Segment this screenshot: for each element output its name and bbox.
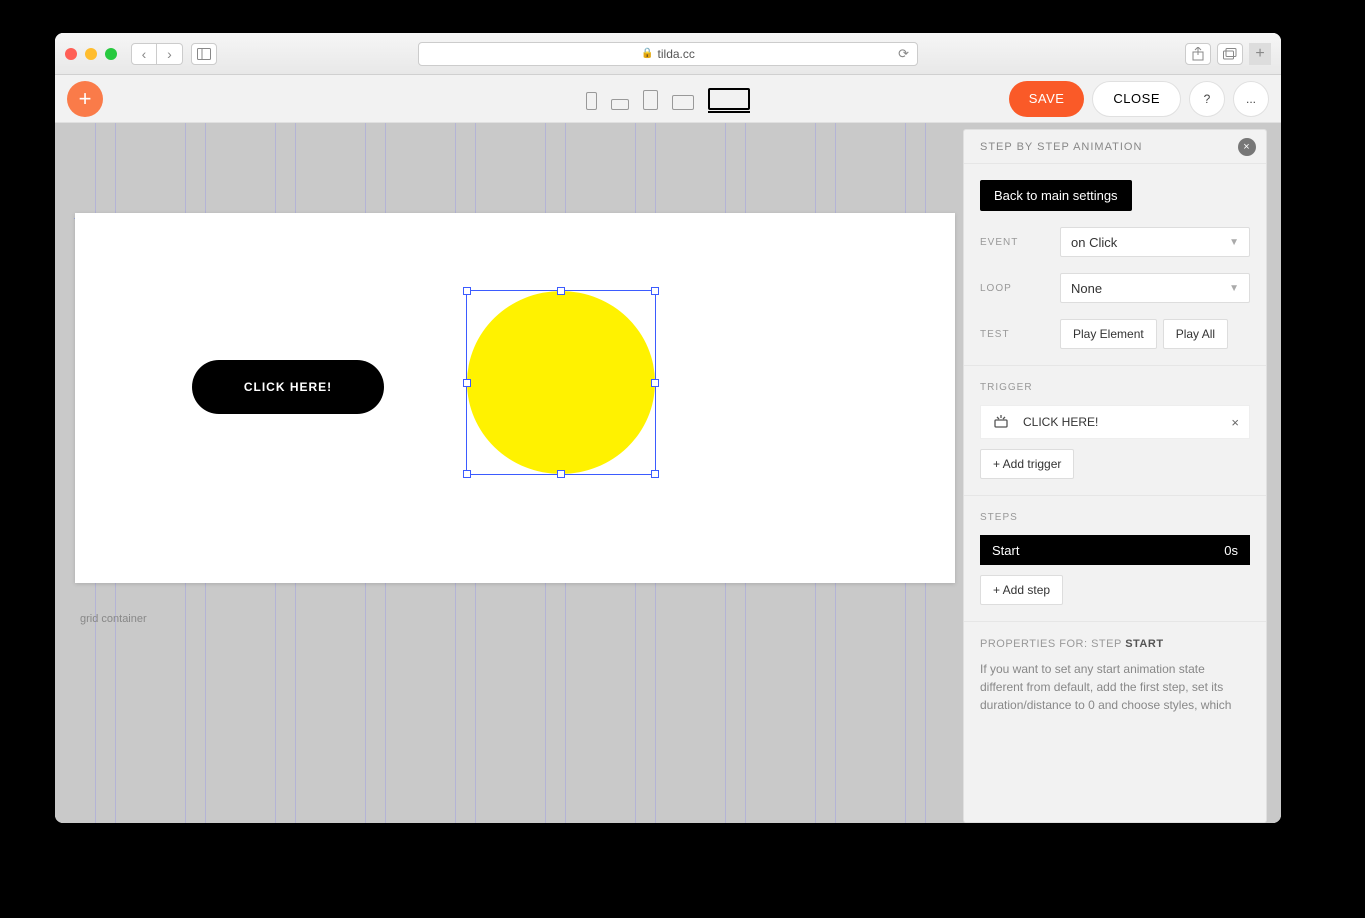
browser-chrome: ‹ › 🔒 tilda.cc ⟳ + <box>55 33 1281 75</box>
more-button[interactable]: ... <box>1233 81 1269 117</box>
trigger-item-label: CLICK HERE! <box>1023 415 1098 429</box>
event-label: EVENT <box>980 237 1060 248</box>
animation-panel: STEP BY STEP ANIMATION × Back to main se… <box>963 129 1267 823</box>
sidebar-icon <box>197 48 211 60</box>
share-icon <box>1192 47 1204 61</box>
close-button[interactable]: CLOSE <box>1092 81 1181 117</box>
loop-select[interactable]: None ▼ <box>1060 273 1250 303</box>
yellow-circle-shape[interactable] <box>467 291 655 474</box>
device-switcher <box>586 88 750 110</box>
editor-toolbar: + SAVE CLOSE ? ... <box>55 75 1281 123</box>
add-trigger-button[interactable]: + Add trigger <box>980 449 1074 479</box>
event-select[interactable]: on Click ▼ <box>1060 227 1250 257</box>
device-phone-icon[interactable] <box>586 92 597 110</box>
resize-handle-tr[interactable] <box>651 287 659 295</box>
zoom-window-icon[interactable] <box>105 48 117 60</box>
resize-handle-br[interactable] <box>651 470 659 478</box>
new-tab-button[interactable]: + <box>1249 43 1271 65</box>
loop-label: LOOP <box>980 283 1060 294</box>
resize-handle-tl[interactable] <box>463 287 471 295</box>
resize-handle-bl[interactable] <box>463 470 471 478</box>
share-button[interactable] <box>1185 43 1211 65</box>
selection-rect[interactable] <box>466 290 656 475</box>
chevron-down-icon: ▼ <box>1229 237 1239 248</box>
chevron-down-icon: ▼ <box>1229 283 1239 294</box>
save-button[interactable]: SAVE <box>1009 81 1085 117</box>
canvas-click-button[interactable]: CLICK HERE! <box>192 360 384 414</box>
add-block-button[interactable]: + <box>67 81 103 117</box>
tabs-icon <box>1223 48 1237 60</box>
step-time: 0s <box>1224 543 1238 558</box>
test-label: TEST <box>980 329 1060 340</box>
traffic-lights <box>65 48 117 60</box>
trigger-icon <box>993 413 1009 432</box>
loop-value: None <box>1071 281 1102 296</box>
steps-heading: STEPS <box>980 512 1250 523</box>
step-name: Start <box>992 543 1019 558</box>
minimize-window-icon[interactable] <box>85 48 97 60</box>
properties-help-text: If you want to set any start animation s… <box>980 660 1250 714</box>
resize-handle-r[interactable] <box>651 379 659 387</box>
resize-handle-b[interactable] <box>557 470 565 478</box>
device-phone-landscape-icon[interactable] <box>611 99 629 110</box>
panel-close-button[interactable]: × <box>1238 138 1256 156</box>
help-button[interactable]: ? <box>1189 81 1225 117</box>
reload-icon[interactable]: ⟳ <box>898 46 909 62</box>
lock-icon: 🔒 <box>641 48 653 59</box>
device-desktop-icon[interactable] <box>708 88 750 110</box>
play-all-button[interactable]: Play All <box>1163 319 1228 349</box>
forward-button[interactable]: › <box>157 43 183 65</box>
properties-heading: PROPERTIES FOR: STEP START <box>980 638 1250 650</box>
device-tablet-icon[interactable] <box>643 90 658 110</box>
url-text: tilda.cc <box>658 47 695 61</box>
browser-window: ‹ › 🔒 tilda.cc ⟳ + + SAVE CLOSE <box>55 33 1281 823</box>
footer-label: grid container <box>80 613 147 625</box>
add-step-button[interactable]: + Add step <box>980 575 1063 605</box>
step-start-row[interactable]: Start 0s <box>980 535 1250 565</box>
event-value: on Click <box>1071 235 1117 250</box>
remove-trigger-button[interactable]: × <box>1231 415 1239 430</box>
panel-header: STEP BY STEP ANIMATION × <box>964 130 1266 164</box>
back-to-settings-button[interactable]: Back to main settings <box>980 180 1132 211</box>
resize-handle-t[interactable] <box>557 287 565 295</box>
nav-buttons: ‹ › <box>131 43 183 65</box>
tabs-button[interactable] <box>1217 43 1243 65</box>
canvas-area: + CLICK HERE! grid container STEP BY STE… <box>55 123 1281 823</box>
resize-handle-l[interactable] <box>463 379 471 387</box>
back-button[interactable]: ‹ <box>131 43 157 65</box>
close-window-icon[interactable] <box>65 48 77 60</box>
url-bar[interactable]: 🔒 tilda.cc ⟳ <box>418 42 918 66</box>
sidebar-toggle[interactable] <box>191 43 217 65</box>
trigger-item[interactable]: CLICK HERE! × <box>980 405 1250 439</box>
play-element-button[interactable]: Play Element <box>1060 319 1157 349</box>
panel-title: STEP BY STEP ANIMATION <box>980 141 1142 153</box>
device-tablet-landscape-icon[interactable] <box>672 95 694 110</box>
trigger-heading: TRIGGER <box>980 382 1250 393</box>
